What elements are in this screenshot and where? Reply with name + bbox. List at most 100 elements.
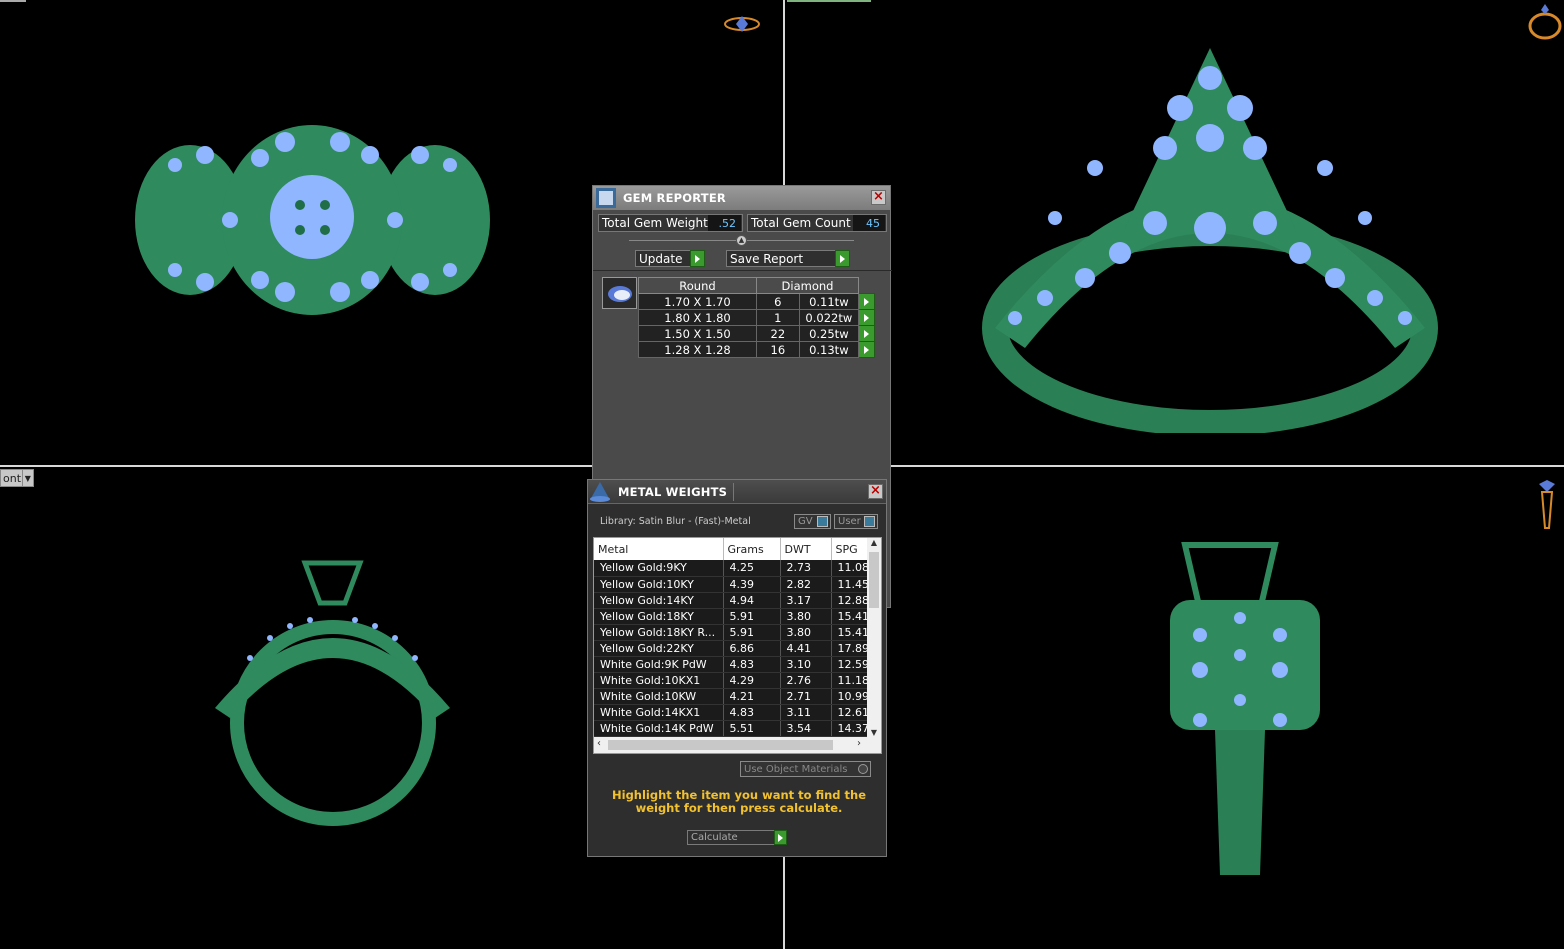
play-arrow-icon bbox=[835, 250, 850, 267]
vertical-scrollbar[interactable]: ▲ ▼ bbox=[867, 538, 881, 737]
metal-row[interactable]: White Gold:9K PdW 4.83 3.10 12.59 bbox=[594, 656, 870, 673]
gem-count: 6 bbox=[756, 293, 800, 310]
user-toggle[interactable]: User bbox=[834, 514, 878, 529]
viewport-edge-marker bbox=[0, 0, 26, 2]
metal-row[interactable]: White Gold:10KX1 4.29 2.76 11.18 bbox=[594, 672, 870, 689]
select-gem-button[interactable] bbox=[858, 341, 875, 358]
metal-dwt: 3.80 bbox=[780, 624, 832, 641]
metal-grams: 4.25 bbox=[723, 560, 781, 577]
metal-name: Yellow Gold:22KY bbox=[594, 640, 724, 657]
ring-top-view-icon[interactable] bbox=[722, 12, 762, 38]
divider bbox=[593, 270, 892, 271]
metal-grams: 4.21 bbox=[723, 688, 781, 705]
dwt-column-header[interactable]: DWT bbox=[780, 538, 832, 560]
gem-row[interactable]: 1.80 X 1.80 1 0.022tw bbox=[638, 309, 875, 326]
chevron-down-icon[interactable]: ▼ bbox=[867, 728, 881, 737]
view-select-dropdown[interactable]: ont ▼ bbox=[0, 469, 34, 487]
metal-spg: 14.37 bbox=[831, 720, 870, 737]
metal-grams: 5.51 bbox=[723, 720, 781, 737]
calculate-button-label: Calculate bbox=[691, 832, 738, 843]
scroll-thumb[interactable] bbox=[608, 740, 833, 750]
total-gem-count-value: 45 bbox=[853, 215, 885, 231]
select-gem-button[interactable] bbox=[858, 309, 875, 326]
scroll-thumb[interactable] bbox=[869, 552, 879, 608]
metal-spg: 11.18 bbox=[831, 672, 870, 689]
chevron-up-icon[interactable]: ▲ bbox=[867, 538, 881, 547]
metal-spg: 12.59 bbox=[831, 656, 870, 673]
save-report-button[interactable]: Save Report bbox=[726, 250, 850, 267]
metal-grams: 6.86 bbox=[723, 640, 781, 657]
use-object-materials-toggle[interactable]: Use Object Materials bbox=[740, 761, 871, 777]
library-label: Library: Satin Blur - (Fast)-Metal bbox=[600, 516, 751, 527]
select-gem-button[interactable] bbox=[858, 325, 875, 342]
collapse-toggle-icon[interactable]: ▲ bbox=[736, 235, 747, 246]
metal-dwt: 3.11 bbox=[780, 704, 832, 721]
total-gem-weight-label: Total Gem Weight bbox=[602, 216, 708, 230]
metal-row[interactable]: Yellow Gold:22KY 6.86 4.41 17.89 bbox=[594, 640, 870, 657]
close-icon[interactable]: × bbox=[868, 484, 883, 499]
ring-perspective-icon[interactable] bbox=[1527, 2, 1564, 42]
gv-toggle-label: GV bbox=[798, 516, 813, 527]
metal-dwt: 4.41 bbox=[780, 640, 832, 657]
gem-count: 16 bbox=[756, 341, 800, 358]
metal-row[interactable]: Yellow Gold:10KY 4.39 2.82 11.45 bbox=[594, 576, 870, 593]
metal-row[interactable]: Yellow Gold:18KY R... 5.91 3.80 15.41 bbox=[594, 624, 870, 641]
ring-front-view-render bbox=[215, 560, 450, 826]
viewport-divider-horizontal[interactable] bbox=[0, 465, 592, 467]
instruction-text: Highlight the item you want to find the … bbox=[612, 788, 866, 815]
metal-row[interactable]: White Gold:14K PdW 5.51 3.54 14.37 bbox=[594, 720, 870, 737]
total-gem-weight-value: .52 bbox=[708, 215, 741, 231]
viewport-divider-horizontal[interactable] bbox=[888, 465, 1564, 467]
metal-weights-titlebar[interactable]: METAL WEIGHTS × bbox=[588, 480, 886, 504]
metal-grams: 4.83 bbox=[723, 704, 781, 721]
spg-column-header[interactable]: SPG bbox=[831, 538, 870, 560]
metal-grams: 5.91 bbox=[723, 624, 781, 641]
metal-grams: 4.83 bbox=[723, 656, 781, 673]
metal-row[interactable]: Yellow Gold:14KY 4.94 3.17 12.88 bbox=[594, 592, 870, 609]
gv-toggle[interactable]: GV bbox=[794, 514, 831, 529]
gem-size: 1.50 X 1.50 bbox=[638, 325, 757, 342]
metal-dwt: 3.10 bbox=[780, 656, 832, 673]
select-gem-button[interactable] bbox=[858, 293, 875, 310]
close-icon[interactable]: × bbox=[871, 190, 886, 205]
metal-table: Metal Grams DWT SPG Yellow Gold:9KY 4.25 2… bbox=[594, 538, 870, 737]
metal-dwt: 3.54 bbox=[780, 720, 832, 737]
metal-name: Yellow Gold:18KY R... bbox=[594, 624, 724, 641]
ring-top-view-render bbox=[135, 125, 490, 315]
metal-list[interactable]: Metal Grams DWT SPG Yellow Gold:9KY 4.25 2… bbox=[593, 537, 882, 754]
chevron-left-icon[interactable]: ‹ bbox=[597, 738, 601, 749]
gem-reporter-title: GEM REPORTER bbox=[623, 191, 726, 205]
metal-spg: 11.45 bbox=[831, 576, 870, 593]
update-button[interactable]: Update bbox=[635, 250, 705, 267]
metal-column-header[interactable]: Metal bbox=[594, 538, 724, 560]
ring-side-view-icon[interactable] bbox=[1536, 478, 1558, 532]
metal-dwt: 2.76 bbox=[780, 672, 832, 689]
gem-reporter-titlebar[interactable]: GEM REPORTER × bbox=[593, 186, 890, 210]
toggle-indicator-icon bbox=[817, 516, 828, 527]
view-select-label: ont bbox=[3, 471, 22, 485]
metal-row[interactable]: Yellow Gold:18KY 5.91 3.80 15.41 bbox=[594, 608, 870, 625]
metal-spg: 11.08 bbox=[831, 560, 870, 577]
metal-name: Yellow Gold:9KY bbox=[594, 560, 724, 577]
horizontal-scrollbar[interactable]: ‹ › bbox=[594, 737, 881, 753]
ring-perspective-render bbox=[982, 48, 1438, 433]
metal-weights-title: METAL WEIGHTS bbox=[618, 484, 728, 499]
gem-row[interactable]: 1.50 X 1.50 22 0.25tw bbox=[638, 325, 875, 342]
gem-table: Round Diamond 1.70 X 1.70 6 0.11tw 1.80 … bbox=[638, 277, 875, 358]
gem-type-header: Diamond bbox=[756, 277, 859, 294]
chevron-right-icon[interactable]: › bbox=[857, 738, 861, 749]
gem-row[interactable]: 1.70 X 1.70 6 0.11tw bbox=[638, 293, 875, 310]
metal-row[interactable]: Yellow Gold:9KY 4.25 2.73 11.08 bbox=[594, 560, 870, 577]
gem-shape-thumbnail[interactable] bbox=[602, 277, 637, 309]
gem-row[interactable]: 1.28 X 1.28 16 0.13tw bbox=[638, 341, 875, 358]
gem-weight: 0.11tw bbox=[798, 293, 860, 310]
update-button-label: Update bbox=[639, 251, 683, 266]
calculate-button[interactable]: Calculate bbox=[687, 830, 787, 845]
chevron-down-icon: ▼ bbox=[21, 470, 33, 486]
metal-row[interactable]: White Gold:10KW 4.21 2.71 10.99 bbox=[594, 688, 870, 705]
metal-name: White Gold:14KX1 bbox=[594, 704, 724, 721]
grams-column-header[interactable]: Grams bbox=[723, 538, 781, 560]
metal-row[interactable]: White Gold:14KX1 4.83 3.11 12.61 bbox=[594, 704, 870, 721]
metal-spg: 15.41 bbox=[831, 608, 870, 625]
metal-name: White Gold:10KW bbox=[594, 688, 724, 705]
